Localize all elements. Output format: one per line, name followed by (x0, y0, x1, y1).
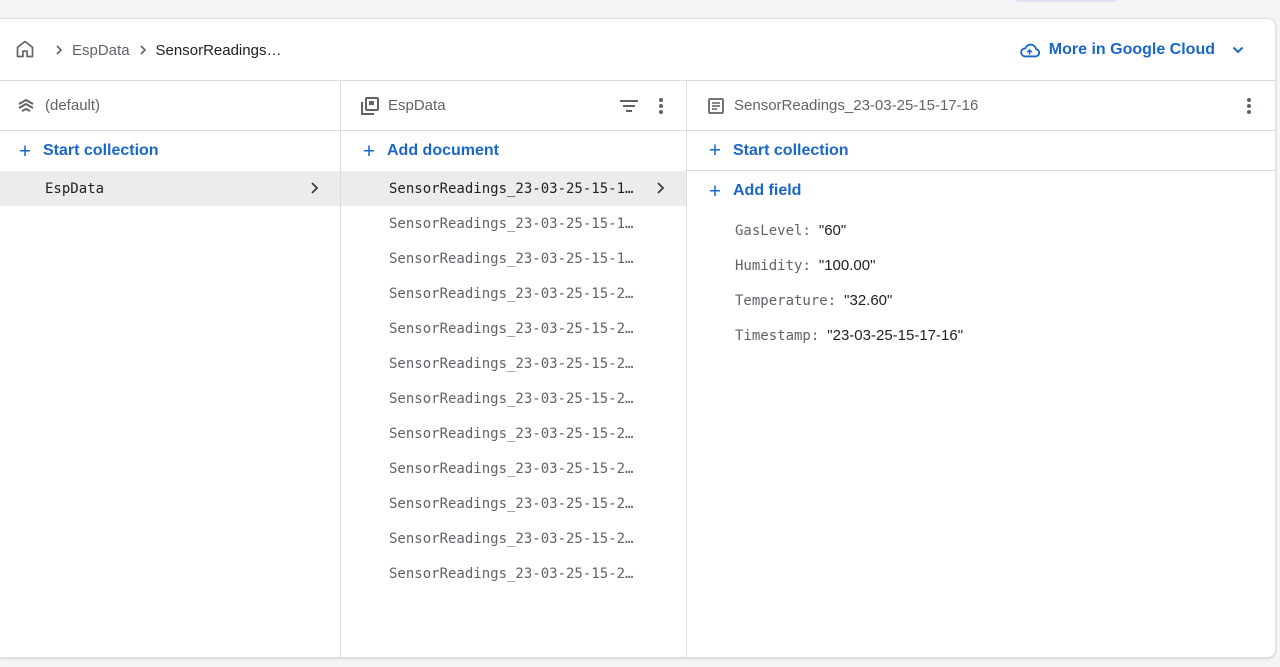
collection-icon (359, 95, 381, 117)
collection-column: EspData + Add document SensorReadings_23… (341, 81, 687, 657)
document-row[interactable]: SensorReadings_23-03-25-15-2… (341, 381, 686, 416)
document-row[interactable]: SensorReadings_23-03-25-15-2… (341, 486, 686, 521)
start-collection-label: Start collection (43, 142, 159, 159)
document-id: SensorReadings_23-03-25-15-2… (389, 425, 634, 442)
field-row[interactable]: Timestamp: "23-03-25-15-17-16" (687, 318, 1275, 353)
document-row[interactable]: SensorReadings_23-03-25-15-2… (341, 276, 686, 311)
add-field-label: Add field (733, 182, 802, 199)
more-in-google-cloud-button[interactable]: More in Google Cloud (1019, 19, 1245, 81)
field-row[interactable]: Humidity: "100.00" (687, 248, 1275, 283)
collection-title: EspData (388, 97, 446, 114)
document-row[interactable]: SensorReadings_23-03-25-15-2… (341, 451, 686, 486)
panel-header: EspData SensorReadings… More in Google C… (0, 19, 1275, 81)
field-separator: : (802, 257, 811, 274)
add-document-button[interactable]: + Add document (341, 131, 686, 171)
document-row[interactable]: SensorReadings_23-03-25-15-2… (341, 346, 686, 381)
more-vert-icon[interactable] (650, 95, 672, 117)
add-document-label: Add document (387, 142, 499, 159)
document-row[interactable]: SensorReadings_23-03-25-15-1… (341, 206, 686, 241)
collection-item-label: EspData (45, 180, 105, 197)
plus-icon: + (362, 139, 376, 163)
more-in-google-cloud-label: More in Google Cloud (1048, 41, 1215, 58)
breadcrumb-espdata[interactable]: EspData (72, 42, 130, 59)
field-value: "60" (818, 222, 847, 239)
field-name: Humidity (735, 257, 803, 274)
document-icon (705, 95, 727, 117)
firestore-data-panel: EspData SensorReadings… More in Google C… (0, 18, 1276, 658)
collection-item-espdata[interactable]: EspData (0, 171, 340, 206)
chevron-down-icon (1231, 43, 1245, 57)
document-id: SensorReadings_23-03-25-15-2… (389, 495, 634, 512)
document-id: SensorReadings_23-03-25-15-2… (389, 285, 634, 302)
document-column: SensorReadings_23-03-25-15-17-16 + Start… (687, 81, 1275, 657)
field-separator: : (810, 327, 820, 344)
chevron-right-icon (306, 179, 324, 197)
database-title: (default) (45, 97, 101, 114)
plus-icon: + (708, 179, 722, 203)
document-row[interactable]: SensorReadings_23-03-25-15-1… (341, 241, 686, 276)
database-column-header: (default) (0, 81, 340, 131)
field-value: "23-03-25-15-17-16" (827, 327, 964, 344)
add-field-button[interactable]: + Add field (687, 171, 1275, 211)
field-row[interactable]: Temperature: "32.60" (687, 283, 1275, 318)
document-id: SensorReadings_23-03-25-15-1… (389, 250, 634, 267)
document-id: SensorReadings_23-03-25-15-2… (389, 390, 634, 407)
database-stack-icon (15, 95, 37, 117)
document-id: SensorReadings_23-03-25-15-2… (389, 355, 634, 372)
start-collection-button[interactable]: + Start collection (0, 131, 340, 171)
field-name: Temperature (735, 292, 828, 309)
document-id: SensorReadings_23-03-25-15-2… (389, 320, 634, 337)
document-row[interactable]: SensorReadings_23-03-25-15-2… (341, 416, 686, 451)
breadcrumb-current-document[interactable]: SensorReadings… (156, 42, 282, 59)
database-column: (default) + Start collection EspData (0, 81, 341, 657)
plus-icon: + (708, 139, 722, 162)
top-tab-indicator (1016, 0, 1117, 2)
field-separator: : (827, 292, 837, 309)
chevron-right-icon (50, 41, 68, 59)
field-row[interactable]: GasLevel: "60" (687, 213, 1275, 248)
filter-icon[interactable] (617, 95, 641, 117)
plus-icon: + (18, 139, 32, 163)
chevron-right-icon (652, 179, 670, 197)
document-id: SensorReadings_23-03-25-15-1… (389, 215, 634, 232)
start-subcollection-label: Start collection (733, 141, 849, 159)
field-separator: : (802, 222, 811, 239)
document-id: SensorReadings_23-03-25-15-2… (389, 530, 634, 547)
columns-container: (default) + Start collection EspData Esp… (0, 81, 1275, 657)
field-name: GasLevel (735, 222, 803, 239)
more-vert-icon[interactable] (1238, 95, 1260, 117)
document-column-header: SensorReadings_23-03-25-15-17-16 (687, 81, 1275, 131)
start-subcollection-button[interactable]: + Start collection (687, 131, 1275, 171)
document-row[interactable]: SensorReadings_23-03-25-15-2… (341, 311, 686, 346)
document-row[interactable]: SensorReadings_23-03-25-15-2… (341, 556, 686, 591)
field-name: Timestamp (735, 327, 811, 344)
document-id: SensorReadings_23-03-25-15-2… (389, 460, 634, 477)
cloud-icon (1019, 41, 1041, 59)
document-row[interactable]: SensorReadings_23-03-25-15-1… (341, 171, 686, 206)
field-value: "32.60" (844, 292, 893, 309)
home-icon[interactable] (14, 38, 36, 60)
document-id: SensorReadings_23-03-25-15-2… (389, 565, 634, 582)
document-id: SensorReadings_23-03-25-15-1… (389, 180, 634, 197)
document-list: SensorReadings_23-03-25-15-1… SensorReadi… (341, 171, 686, 591)
collection-column-header: EspData (341, 81, 686, 131)
field-list: GasLevel: "60" Humidity: "100.00" Temperatur… (687, 211, 1275, 353)
chevron-right-icon (134, 41, 152, 59)
document-row[interactable]: SensorReadings_23-03-25-15-2… (341, 521, 686, 556)
field-value: "100.00" (818, 257, 876, 274)
breadcrumb: EspData SensorReadings… (46, 19, 281, 81)
document-title: SensorReadings_23-03-25-15-17-16 (734, 97, 979, 114)
